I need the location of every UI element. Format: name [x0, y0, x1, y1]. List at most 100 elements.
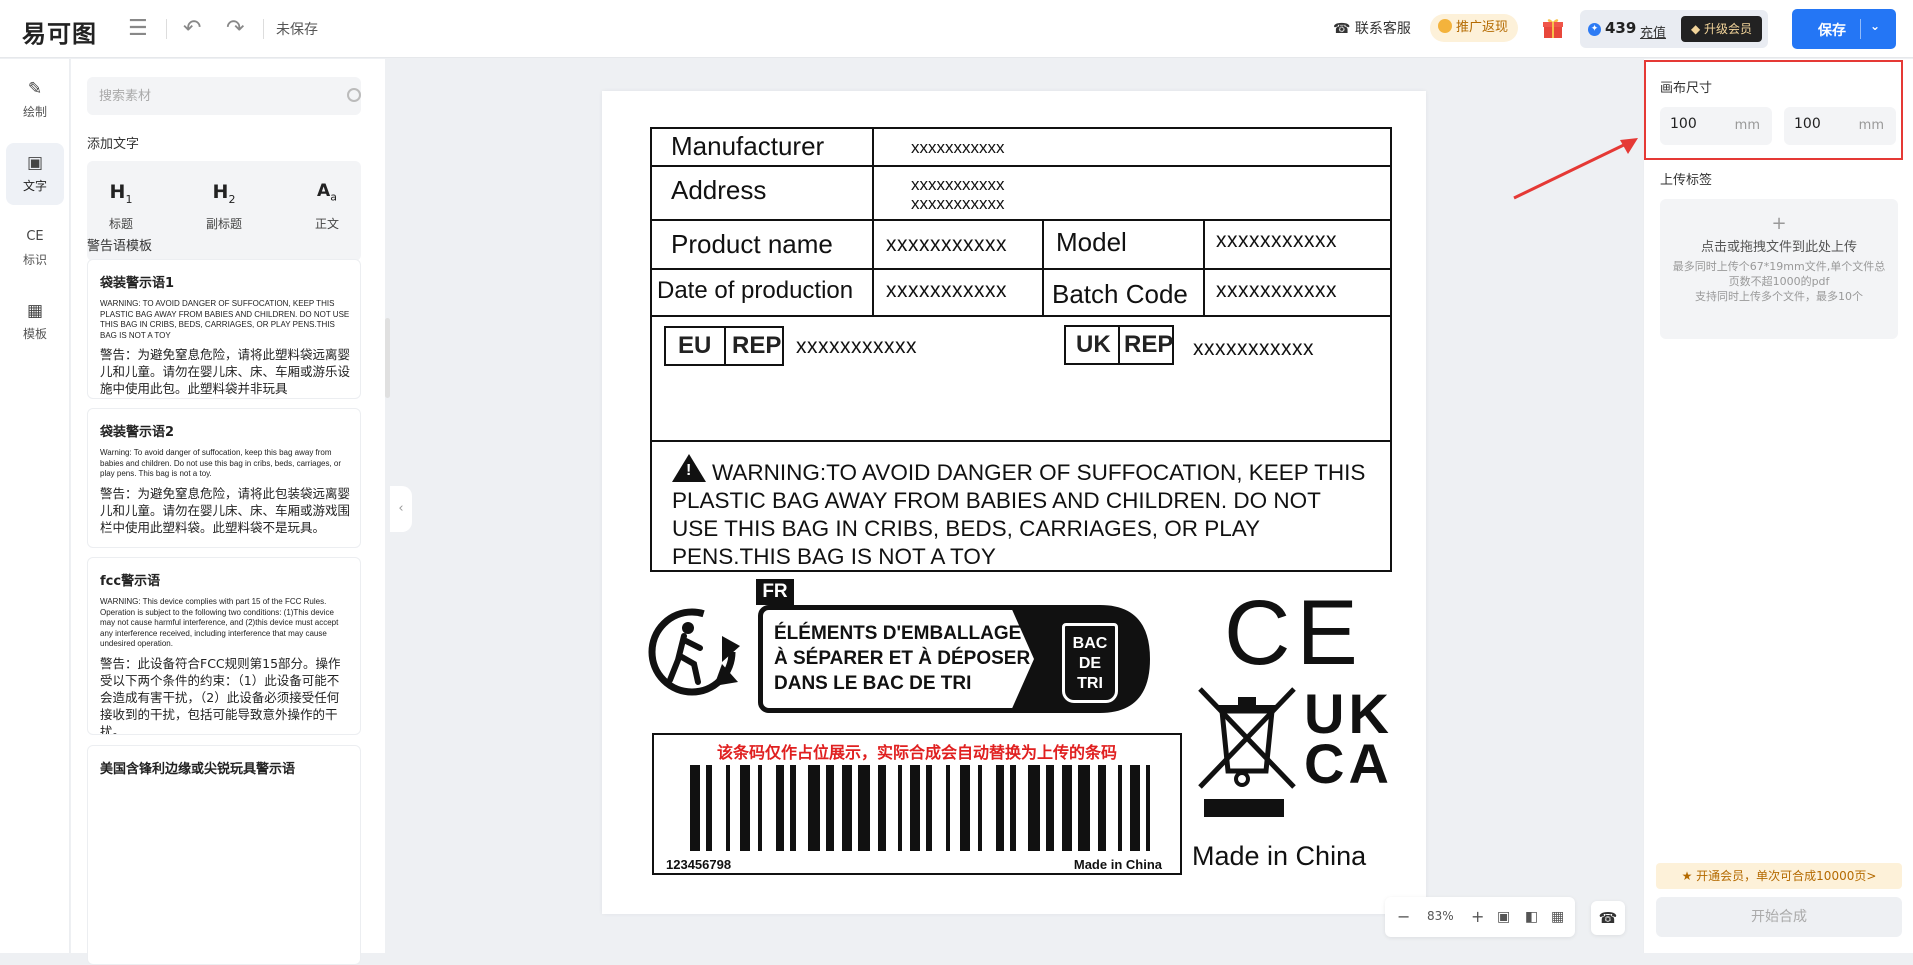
- barcode-placeholder: 该条码仅作占位展示，实际合成会自动替换为上传的条码 123456798 Made…: [652, 733, 1182, 875]
- barcode-made-in: Made in China: [1073, 857, 1162, 872]
- layout-icon[interactable]: ◧: [1525, 907, 1538, 927]
- search-input[interactable]: [87, 77, 361, 115]
- barcode-bar: [1028, 765, 1040, 851]
- ce-mark-icon: CE: [26, 229, 44, 244]
- bin-line-1: BAC: [1072, 635, 1108, 652]
- referral-button[interactable]: 推广返现: [1430, 14, 1519, 42]
- upgrade-vip-button[interactable]: ◆ 升级会员: [1681, 16, 1762, 42]
- body-text-label: 正文: [314, 217, 339, 231]
- text-icon: ▣: [26, 153, 44, 173]
- contact-support-button[interactable]: ☎ 联系客服: [1333, 18, 1411, 38]
- annotation-highlight-box: [1644, 60, 1903, 160]
- barcode-bar: [946, 765, 950, 851]
- barcode-bar: [1098, 765, 1106, 851]
- zoom-out-icon[interactable]: −: [1397, 907, 1410, 927]
- barcode-bar: [1146, 765, 1150, 851]
- template-card[interactable]: 袋装警示语2 Warning: To avoid danger of suffo…: [87, 408, 361, 548]
- barcode-bar: [1046, 765, 1054, 851]
- annotation-arrow: [1513, 138, 1638, 200]
- nav-text-label: 文字: [22, 179, 47, 193]
- barcode-bar: [740, 765, 750, 851]
- template-card[interactable]: 美国含锋利边缘或尖锐玩具警示语: [87, 745, 361, 965]
- barcode-bar: [808, 765, 820, 851]
- panel-scrollbar[interactable]: [385, 318, 390, 398]
- template-chinese-text: 警告：此设备符合FCC规则第15部分。操作受以下两个条件的约束：（1）此设备可能…: [100, 655, 341, 735]
- bin-line-3: TRI: [1077, 675, 1103, 692]
- chevron-down-icon[interactable]: ⌄: [1870, 19, 1880, 33]
- heading-option[interactable]: H1 标题: [91, 181, 151, 232]
- made-in-china-text: Made in China: [1192, 841, 1367, 871]
- barcode-bar: [842, 765, 852, 851]
- barcode-bar: [776, 765, 784, 851]
- subheading-glyph: H2: [194, 181, 254, 207]
- heading-glyph-sub: 1: [125, 192, 133, 206]
- template-title: 袋装警示语1: [100, 276, 175, 291]
- app-logo[interactable]: 易可图: [22, 14, 97, 49]
- upload-dropzone[interactable]: + 点击或拖拽文件到此处上传 最多同时上传个67*19mm文件,单个文件总页数不…: [1660, 199, 1898, 339]
- barcode-bar: [878, 765, 886, 851]
- batch-code-label: Batch Code: [1052, 279, 1188, 309]
- barcode-bar: [826, 765, 834, 851]
- nav-text[interactable]: ▣ 文字: [6, 143, 64, 205]
- eu-rep-divider: [724, 328, 726, 364]
- table-line: [652, 440, 1390, 442]
- vip-upsell-banner[interactable]: ★ 开通会员，单次可合成10000页>: [1656, 863, 1902, 889]
- table-line: [1203, 219, 1205, 315]
- grid-icon: ▦: [26, 301, 44, 321]
- bin-icon: BAC DE TRI: [1062, 623, 1118, 703]
- nav-marks[interactable]: CE 标识: [6, 217, 64, 279]
- template-chinese-text: 警告：为避免窒息危险，请将此塑料袋远离婴儿和儿童。请勿在婴儿床、床、车厢或游乐设…: [100, 347, 351, 396]
- save-label: 保存: [1818, 23, 1846, 39]
- grid-toggle-icon[interactable]: ▦: [1551, 907, 1564, 927]
- upload-label-heading: 上传标签: [1660, 173, 1713, 188]
- plus-icon: +: [1771, 213, 1787, 234]
- barcode-bar: [1010, 765, 1016, 851]
- label-canvas[interactable]: Manufacturer xxxxxxxxxxx Address xxxxxxx…: [602, 91, 1426, 914]
- body-text-option[interactable]: Aa 正文: [297, 181, 357, 232]
- nav-templates[interactable]: ▦ 模板: [6, 291, 64, 353]
- nav-draw[interactable]: ✎ 绘制: [6, 69, 64, 131]
- manufacturer-value: xxxxxxxxxxx: [911, 138, 1005, 157]
- zoom-in-icon[interactable]: +: [1471, 907, 1484, 927]
- undo-icon[interactable]: ↶: [183, 16, 201, 42]
- menu-icon[interactable]: ☰: [128, 16, 148, 42]
- template-card[interactable]: 袋装警示语1 WARNING: TO AVOID DANGER OF SUFFO…: [87, 259, 361, 399]
- barcode-placeholder-note: 该条码仅作占位展示，实际合成会自动替换为上传的条码: [716, 743, 1117, 762]
- bin-line-2: DE: [1078, 655, 1102, 672]
- uk-rep-divider: [1118, 327, 1120, 363]
- triman-line-1: ÉLÉMENTS D'EMBALLAGE: [774, 623, 1022, 644]
- add-text-heading: 添加文字: [87, 137, 140, 152]
- barcode-bar: [1130, 765, 1140, 851]
- barcode-bar: [996, 765, 1004, 851]
- ukca-line-2: CA: [1304, 732, 1393, 795]
- headset-icon[interactable]: ☎: [1591, 901, 1625, 935]
- body-glyph-sub: a: [330, 190, 337, 204]
- heading-glyph: H1: [91, 181, 151, 207]
- barcode-bar: [1062, 765, 1072, 851]
- start-compose-button[interactable]: 开始合成: [1656, 897, 1902, 937]
- headset-icon: ☎: [1333, 21, 1351, 37]
- points-count: 439: [1605, 19, 1637, 37]
- gift-icon[interactable]: [1541, 16, 1565, 40]
- collapse-panel-button[interactable]: ‹: [390, 486, 412, 532]
- redo-icon[interactable]: ↷: [226, 16, 244, 42]
- diamond-icon: ◆: [1690, 22, 1705, 36]
- upload-hint-limit: 最多同时上传个67*19mm文件,单个文件总页数不超1000的pdf: [1672, 260, 1886, 288]
- warning-templates-heading: 警告语模板: [87, 239, 153, 254]
- template-card[interactable]: fcc警示语 WARNING: This device complies wit…: [87, 557, 361, 735]
- barcode-bar: [898, 765, 902, 851]
- triman-recycle-icon: [648, 608, 740, 696]
- fit-screen-icon[interactable]: ▣: [1497, 907, 1510, 927]
- barcode-bar: [1078, 765, 1090, 851]
- contact-support-label: 联系客服: [1354, 21, 1411, 37]
- top-bar: 易可图 ☰ ↶ ↷ 未保存 ☎ 联系客服 推广返现 ✦ 439 充值 ◆ 升级会…: [0, 0, 1913, 58]
- zoom-controls: − 83% + ▣ ◧ ▦: [1385, 897, 1575, 937]
- save-button[interactable]: 保存 ⌄: [1792, 9, 1896, 49]
- properties-panel: 画布尺寸 mm mm 上传标签 + 点击或拖拽文件到此处上传 最多同时上传个67…: [1643, 59, 1913, 953]
- subheading-option[interactable]: H2 副标题: [194, 181, 254, 232]
- template-title: fcc警示语: [100, 574, 161, 589]
- search-icon[interactable]: [347, 88, 361, 102]
- recharge-link[interactable]: 充值: [1640, 22, 1666, 41]
- product-name-label: Product name: [671, 229, 833, 259]
- pen-icon: ✎: [27, 79, 43, 99]
